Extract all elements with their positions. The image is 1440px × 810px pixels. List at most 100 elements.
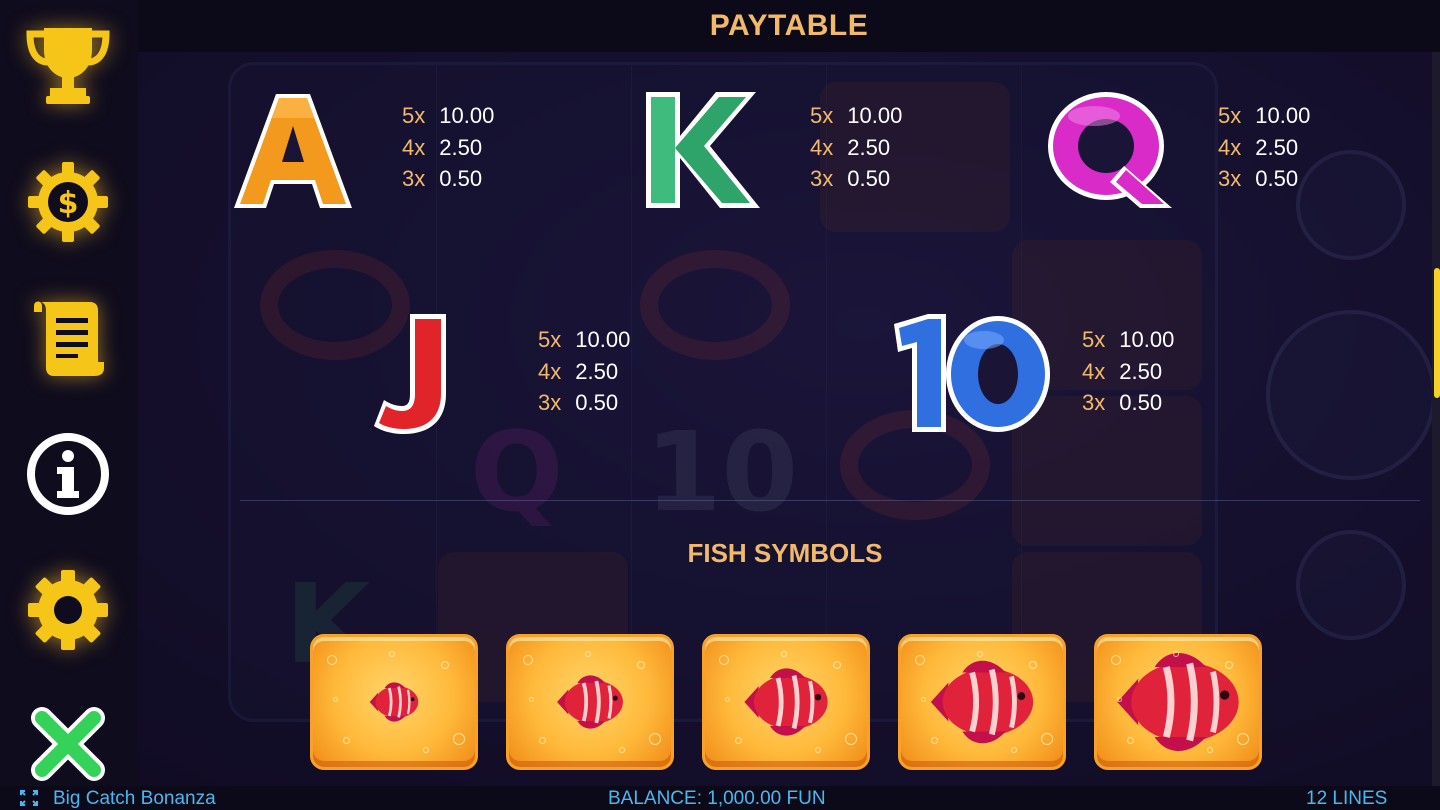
bubble-decoration — [585, 651, 591, 657]
fish-symbol-tile — [898, 634, 1066, 770]
paytable-header: PAYTABLE — [138, 0, 1440, 52]
pay-value: 0.50 — [1119, 390, 1163, 415]
fish-icon — [744, 668, 828, 736]
pay-multiplier: 3x — [538, 390, 562, 415]
pay-multiplier: 3x — [402, 166, 426, 191]
symbol-j-icon — [374, 314, 446, 434]
bubble-decoration — [423, 747, 429, 753]
pay-list: 5x 10.00 4x 2.50 3x 0.50 — [1218, 100, 1310, 195]
bubble-decoration — [725, 697, 730, 702]
bubble-decoration — [649, 733, 661, 745]
paytable-entry-10: 5x 10.00 4x 2.50 3x 0.50 — [888, 310, 1208, 440]
fish-icon — [557, 675, 623, 729]
pay-multiplier: 4x — [1218, 134, 1242, 160]
pay-multiplier: 3x — [810, 166, 834, 191]
bubble-decoration — [523, 655, 533, 665]
game-stage: Q 10 K PAYTABLE $ 5x 10.00 4x 2.50 3x 0.… — [0, 0, 1440, 810]
pay-value: 2.50 — [847, 134, 891, 160]
pay-value: 0.50 — [847, 166, 891, 191]
lines-display: 12 LINES — [1306, 788, 1388, 809]
bubble-decoration — [1111, 655, 1121, 665]
pay-value: 2.50 — [575, 358, 619, 384]
paytable-entry-j: 5x 10.00 4x 2.50 3x 0.50 — [370, 310, 670, 440]
pay-multiplier: 3x — [1082, 390, 1106, 415]
bubble-decoration — [1041, 733, 1053, 745]
balance-display: BALANCE: 1,000.00 FUN — [608, 788, 826, 809]
pay-multiplier: 4x — [1082, 358, 1106, 384]
symbol-10-icon — [894, 314, 1050, 432]
bubble-decoration — [915, 655, 925, 665]
pay-multiplier: 5x — [810, 103, 834, 128]
fish-icon — [369, 682, 419, 722]
pay-list: 5x 10.00 4x 2.50 3x 0.50 — [810, 100, 902, 195]
pay-value: 2.50 — [439, 134, 483, 160]
pay-value: 2.50 — [1119, 358, 1163, 384]
fish-symbol-tile — [310, 634, 478, 770]
pay-multiplier: 5x — [1218, 103, 1242, 128]
left-menu-rail: $ — [0, 0, 138, 790]
bubble-decoration — [389, 651, 395, 657]
bubble-decoration — [1225, 661, 1233, 669]
fish-symbols-title: FISH SYMBOLS — [687, 538, 883, 568]
pay-value: 10.00 — [1119, 327, 1175, 352]
bubble-decoration — [815, 747, 821, 753]
bubble-decoration — [327, 655, 337, 665]
bubble-decoration — [1207, 747, 1213, 753]
bubble-decoration — [931, 737, 938, 744]
bubble-decoration — [619, 747, 625, 753]
pay-multiplier: 4x — [810, 134, 834, 160]
pay-multiplier: 5x — [1082, 327, 1106, 352]
pay-value: 10.00 — [575, 327, 631, 352]
settings-gear-icon[interactable] — [24, 566, 112, 654]
bubble-decoration — [1011, 747, 1017, 753]
fullscreen-icon[interactable] — [20, 790, 38, 810]
info-icon[interactable] — [24, 430, 112, 518]
symbol-a-icon — [234, 94, 352, 208]
fish-symbol-tile — [506, 634, 674, 770]
pay-list: 5x 10.00 4x 2.50 3x 0.50 — [1082, 324, 1174, 419]
bubble-decoration — [343, 737, 350, 744]
pay-list: 5x 10.00 4x 2.50 3x 0.50 — [538, 324, 630, 419]
fish-icon — [930, 660, 1034, 744]
pay-value: 10.00 — [847, 103, 903, 128]
bubble-decoration — [845, 733, 857, 745]
bubble-decoration — [977, 651, 983, 657]
scroll-icon[interactable] — [24, 294, 112, 382]
bubble-decoration — [529, 697, 534, 702]
pay-multiplier: 4x — [402, 134, 426, 160]
pay-multiplier: 4x — [538, 358, 562, 384]
pay-multiplier: 5x — [402, 103, 426, 128]
bubble-decoration — [833, 661, 841, 669]
pay-value: 10.00 — [439, 103, 495, 128]
bubble-decoration — [921, 697, 926, 702]
trophy-icon[interactable] — [24, 20, 112, 108]
bubble-decoration — [1127, 737, 1134, 744]
bubble-decoration — [719, 655, 729, 665]
bubble-decoration — [735, 737, 742, 744]
bubble-decoration — [453, 733, 465, 745]
scrollbar-thumb[interactable] — [1434, 268, 1440, 398]
paytable-entry-k: 5x 10.00 4x 2.50 3x 0.50 — [640, 86, 940, 216]
symbol-q-icon — [1048, 92, 1172, 208]
bubble-decoration — [637, 661, 645, 669]
fish-symbol-tile — [1094, 634, 1262, 770]
pay-multiplier: 5x — [538, 327, 562, 352]
bubble-decoration — [781, 651, 787, 657]
scrollbar-track[interactable] — [1432, 52, 1440, 790]
pay-value: 0.50 — [439, 166, 483, 191]
paytable-entry-a: 5x 10.00 4x 2.50 3x 0.50 — [228, 86, 528, 216]
pay-value: 2.50 — [1255, 134, 1299, 160]
coin-gear-icon[interactable]: $ — [24, 158, 112, 246]
pay-list: 5x 10.00 4x 2.50 3x 0.50 — [402, 100, 494, 195]
page-title: PAYTABLE — [709, 9, 869, 42]
bubble-decoration — [1237, 733, 1249, 745]
fish-symbol-tile — [702, 634, 870, 770]
pay-multiplier: 3x — [1218, 166, 1242, 191]
symbol-k-icon — [646, 92, 760, 208]
close-icon[interactable] — [24, 700, 112, 788]
pay-value: 0.50 — [1255, 166, 1299, 191]
pay-value: 10.00 — [1255, 103, 1311, 128]
pay-value: 0.50 — [575, 390, 619, 415]
bubble-decoration — [1029, 661, 1037, 669]
bubble-decoration — [333, 697, 338, 702]
